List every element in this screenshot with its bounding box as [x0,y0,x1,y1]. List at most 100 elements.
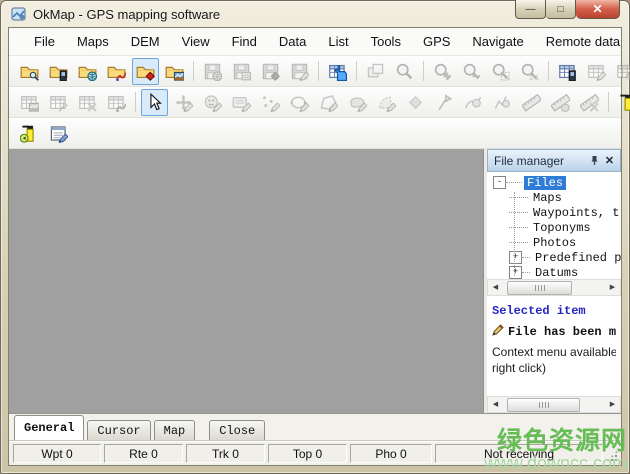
toolbar-separator [356,61,357,81]
menu-item-data[interactable]: Data [268,29,317,54]
collapse-icon[interactable]: - [493,176,506,189]
open-data-button[interactable] [132,58,159,85]
grid-device-button[interactable] [554,58,581,85]
properties-button[interactable] [45,120,72,147]
map-image-button [16,89,43,116]
expand-icon[interactable]: + [509,251,522,264]
save-edit-button [286,58,313,85]
grid-edit-button [583,58,610,85]
window-controls: —□✕ [515,0,620,19]
bottom-tab-strip: GeneralCursorMap Close [9,413,621,441]
maximize-button[interactable]: □ [546,0,576,19]
menu-item-tools[interactable]: Tools [360,29,412,54]
file-tree: -FilesMapsWaypoints, trToponymsPhotos+Pr… [487,172,621,279]
file-manager-header: File manager ✕ [487,149,621,172]
open-map-search-button[interactable] [16,58,43,85]
scroll-left-icon[interactable]: ◀ [488,398,503,411]
minimize-button[interactable]: — [515,0,546,19]
selected-item-section: Selected item File has been modi Con [487,296,621,396]
map-pin-button [45,89,72,116]
scroll-right-icon[interactable]: ▶ [605,281,620,294]
select-tool-button[interactable] [141,89,168,116]
zoom-fit-button [487,58,514,85]
tree-connector [506,182,522,183]
menu-item-maps[interactable]: Maps [66,29,120,54]
status-cell-rte-0: Rte 0 [104,444,183,463]
menu-item-find[interactable]: Find [221,29,268,54]
scroll-right-icon[interactable]: ▶ [605,398,620,411]
pin-icon[interactable] [587,153,602,168]
save-data-button [257,58,284,85]
open-map-web-button[interactable] [74,58,101,85]
context-hint-line1: Context menu available (mo [492,345,616,361]
pencil-icon [492,323,504,340]
scroll-left-icon[interactable]: ◀ [488,281,503,294]
close-button[interactable]: ✕ [576,0,620,19]
multipoint-edit-button [257,89,284,116]
tab-general[interactable]: General [14,415,84,440]
tree-item-label: Photos [530,236,579,250]
toolbar-separator [608,92,609,112]
tree-horizontal-scrollbar[interactable]: ◀ ▶ [487,279,621,296]
toolbar-row-1: 1:1 [9,56,621,87]
map-route-delete-button [103,89,130,116]
tree-connector [522,272,530,273]
file-status-row: File has been modi [492,323,616,340]
menu-item-gps[interactable]: GPS [412,29,461,54]
tree-item-datums[interactable]: +Datums [487,265,621,279]
map-pan-hand-button[interactable] [324,58,351,85]
zoom-in-button [429,58,456,85]
toolbar-separator [423,61,424,81]
arc-edit-button [373,89,400,116]
info-scroll-thumb[interactable] [507,398,580,412]
tree-item-waypoints-tr[interactable]: Waypoints, tr [487,205,621,220]
map-pin-delete-button [74,89,101,116]
tree-item-label: Waypoints, tr [530,206,621,220]
flag-tool-button [431,89,458,116]
client-area: FileMapsDEMViewFindDataListToolsGPSNavig… [8,27,622,466]
resize-grip[interactable] [606,450,618,462]
open-image-button[interactable] [161,58,188,85]
tab-close[interactable]: Close [209,420,265,440]
menu-item-list[interactable]: List [317,29,359,54]
toolbar-separator [318,61,319,81]
menu-item-remote-data[interactable]: Remote data [535,29,630,54]
save-grid-button [228,58,255,85]
info-horizontal-scrollbar[interactable]: ◀ ▶ [487,396,621,413]
tree-scroll-track[interactable] [503,281,605,294]
svg-text:1:1: 1:1 [529,72,539,80]
tree-connector [522,257,530,258]
open-map-device-button[interactable] [45,58,72,85]
tree-item-maps[interactable]: Maps [487,190,621,205]
status-cell-top-0: Top 0 [268,444,347,463]
ellipse-edit-button [286,89,313,116]
note-edit-button [228,89,255,116]
tree-connector [509,212,528,213]
highlighter-button[interactable] [614,89,630,116]
menu-item-file[interactable]: File [23,29,66,54]
zoom-1-1-button: 1:1 [516,58,543,85]
tree-item-files[interactable]: -Files [487,175,621,190]
tree-item-photos[interactable]: Photos [487,235,621,250]
tree-connector [509,227,528,228]
measure-area-button [547,89,574,116]
toolbar-separator [548,61,549,81]
tree-scroll-thumb[interactable] [507,281,572,295]
app-window: OkMap - GPS mapping software —□✕ FileMap… [0,0,630,474]
menu-item-navigate[interactable]: Navigate [461,29,534,54]
open-track-button[interactable] [103,58,130,85]
menu-item-view[interactable]: View [171,29,221,54]
info-scroll-track[interactable] [503,398,605,411]
map-canvas[interactable] [9,149,484,413]
tree-item-toponyms[interactable]: Toponyms [487,220,621,235]
expand-icon[interactable]: + [509,266,522,279]
tab-cursor[interactable]: Cursor [87,420,150,440]
panel-close-icon[interactable]: ✕ [602,153,617,168]
tree-item-predefined-pr[interactable]: +Predefined pr [487,250,621,265]
main-area: File manager ✕ -FilesMapsWaypoints, trTo… [9,149,621,413]
tab-map[interactable]: Map [154,420,196,440]
grid-data-button [612,58,630,85]
menu-item-dem[interactable]: DEM [120,29,171,54]
marker-run-button[interactable] [16,120,43,147]
measure-button [518,89,545,116]
